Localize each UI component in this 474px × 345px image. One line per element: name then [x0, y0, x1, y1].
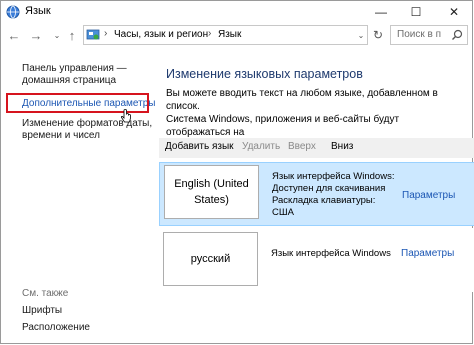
maximize-button[interactable]: ☐	[399, 1, 433, 23]
breadcrumb-separator: ›	[104, 28, 108, 39]
hand-cursor-icon	[120, 109, 131, 123]
see-also-heading: См. также	[22, 288, 69, 299]
control-panel-icon	[86, 29, 100, 40]
breadcrumb-separator: ›	[208, 28, 212, 39]
language-row-english[interactable]: English (United States) Язык интерфейса …	[159, 162, 474, 226]
back-button[interactable]: ←	[5, 26, 23, 44]
address-bar[interactable]: › Часы, язык и регион › Язык	[83, 25, 368, 45]
sidebar-change-formats[interactable]: Изменение форматов даты, времени и чисел	[22, 118, 152, 142]
language-tile-russian[interactable]: русский	[163, 232, 258, 286]
language-window: Язык — ☐ ✕ ← → ⌄ ↑ › Часы, язык и регион…	[0, 0, 474, 344]
language-info-english: Язык интерфейса Windows: Доступен для ск…	[272, 171, 395, 218]
up-button[interactable]: ↑	[63, 26, 81, 44]
sidebar-home-line1: Панель управления —	[22, 63, 127, 74]
language-tile-english[interactable]: English (United States)	[164, 165, 259, 219]
minimize-button[interactable]: —	[364, 1, 398, 23]
sidebar-fonts-link[interactable]: Шрифты	[22, 305, 62, 317]
close-button[interactable]: ✕	[437, 1, 471, 23]
breadcrumb-clock-language-region[interactable]: Часы, язык и регион	[114, 29, 208, 40]
sidebar-home-line2: домашняя страница	[22, 75, 117, 86]
language-options-link-english[interactable]: Параметры	[402, 190, 455, 201]
language-options-link-russian[interactable]: Параметры	[401, 248, 454, 259]
sidebar-formats-line2: времени и чисел	[22, 130, 100, 141]
add-language-button[interactable]: Добавить язык	[165, 141, 234, 152]
sidebar-control-panel-home[interactable]: Панель управления — домашняя страница	[22, 63, 127, 87]
language-row-russian[interactable]: русский Язык интерфейса Windows Параметр…	[159, 228, 474, 292]
language-info-russian: Язык интерфейса Windows	[271, 248, 391, 259]
breadcrumb-language[interactable]: Язык	[218, 29, 241, 40]
sidebar-location-link[interactable]: Расположение	[22, 322, 90, 334]
forward-button[interactable]: →	[27, 26, 45, 44]
search-input[interactable]: Поиск в п	[390, 25, 468, 45]
refresh-button[interactable]: ↻	[369, 25, 387, 45]
move-down-button[interactable]: Вниз	[331, 141, 353, 152]
language-toolbar: Добавить язык Удалить Вверх Вниз	[159, 138, 474, 158]
title-bar: Язык — ☐ ✕	[1, 1, 472, 23]
page-title: Изменение языковых параметров	[166, 67, 363, 81]
search-placeholder: Поиск в п	[397, 29, 441, 40]
sidebar-formats-line1: Изменение форматов даты,	[22, 118, 153, 129]
search-icon	[452, 29, 463, 40]
window-title: Язык	[25, 5, 51, 17]
globe-icon	[6, 5, 20, 19]
remove-language-button[interactable]: Удалить	[242, 141, 280, 152]
move-up-button[interactable]: Вверх	[288, 141, 316, 152]
address-dropdown-button[interactable]: ⌄	[354, 25, 368, 45]
